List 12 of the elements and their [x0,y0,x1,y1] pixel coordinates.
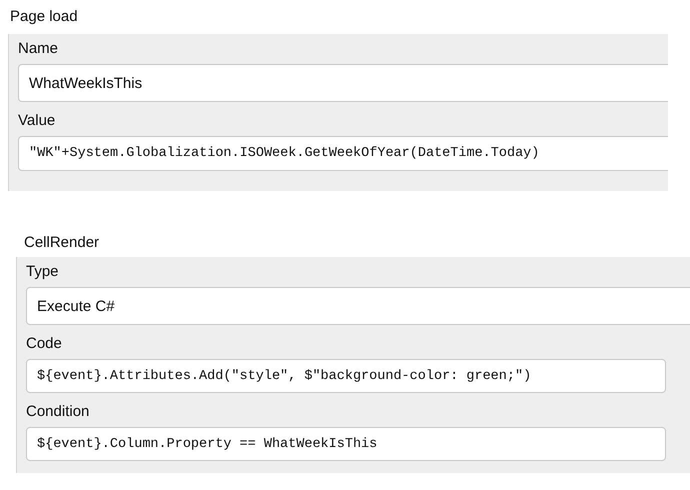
section-title: CellRender [23,234,100,253]
field-label: Name [18,39,60,59]
field-label: Type [26,262,60,282]
input-field[interactable]: Execute C# [26,287,690,325]
field-label: Code [26,334,63,354]
input-field[interactable]: "WK"+System.Globalization.ISOWeek.GetWeekOfYear(DateTime.Today) [18,136,668,171]
input-field[interactable]: ${event}.Attributes.Add("style", $"background-color: green;") [26,359,666,393]
field-label: Value [18,111,56,131]
input-field[interactable]: WhatWeekIsThis [18,64,668,102]
section-title: Page load [9,8,79,27]
input-field[interactable]: ${event}.Column.Property == WhatWeekIsThis [26,427,666,461]
field-label: Condition [26,402,90,422]
